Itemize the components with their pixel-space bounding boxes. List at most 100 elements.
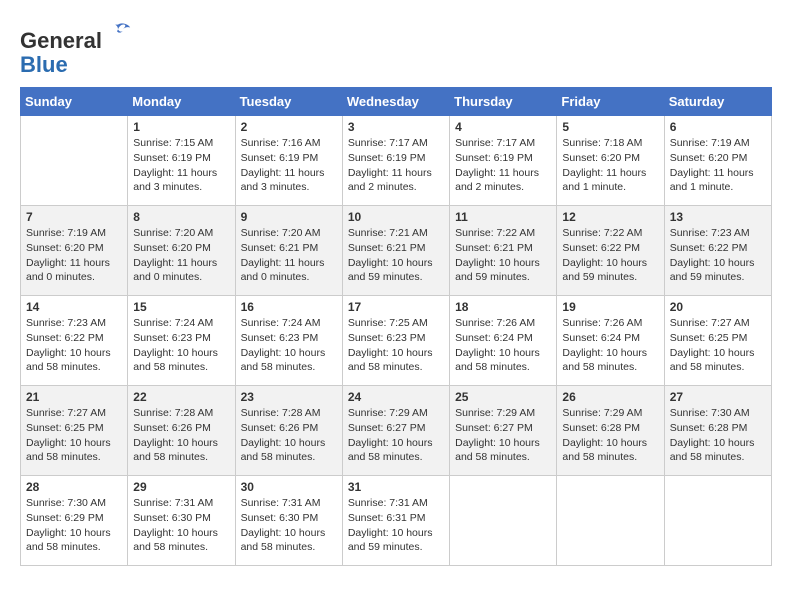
day-info: Sunrise: 7:31 AMSunset: 6:30 PMDaylight:… — [241, 496, 337, 555]
day-info: Sunrise: 7:16 AMSunset: 6:19 PMDaylight:… — [241, 136, 337, 195]
day-number: 19 — [562, 300, 658, 314]
day-cell: 9 Sunrise: 7:20 AMSunset: 6:21 PMDaylight… — [235, 206, 342, 296]
calendar-body: 1 Sunrise: 7:15 AMSunset: 6:19 PMDaylight… — [21, 116, 772, 566]
day-info: Sunrise: 7:24 AMSunset: 6:23 PMDaylight:… — [241, 316, 337, 375]
day-cell: 30 Sunrise: 7:31 AMSunset: 6:30 PMDayligh… — [235, 476, 342, 566]
week-row-4: 21Sunrise: 7:27 AMSunset: 6:25 PMDayligh… — [21, 386, 772, 476]
day-number: 9 — [241, 210, 337, 224]
day-cell: 24 Sunrise: 7:29 AMSunset: 6:27 PMDayligh… — [342, 386, 449, 476]
day-cell: 15Sunrise: 7:24 AMSunset: 6:23 PMDayligh… — [128, 296, 235, 386]
day-number: 27 — [670, 390, 766, 404]
day-info: Sunrise: 7:28 AMSunset: 6:26 PMDaylight:… — [133, 406, 229, 465]
weekday-wednesday: Wednesday — [342, 88, 449, 116]
day-info: Sunrise: 7:30 AMSunset: 6:28 PMDaylight:… — [670, 406, 766, 465]
day-number: 14 — [26, 300, 122, 314]
day-cell: 31 Sunrise: 7:31 AMSunset: 6:31 PMDayligh… — [342, 476, 449, 566]
day-number: 5 — [562, 120, 658, 134]
weekday-friday: Friday — [557, 88, 664, 116]
day-info: Sunrise: 7:24 AMSunset: 6:23 PMDaylight:… — [133, 316, 229, 375]
day-number: 8 — [133, 210, 229, 224]
day-cell: 5 Sunrise: 7:18 AMSunset: 6:20 PMDaylight… — [557, 116, 664, 206]
day-number: 21 — [26, 390, 122, 404]
day-info: Sunrise: 7:29 AMSunset: 6:27 PMDaylight:… — [455, 406, 551, 465]
day-number: 11 — [455, 210, 551, 224]
day-cell — [557, 476, 664, 566]
day-info: Sunrise: 7:27 AMSunset: 6:25 PMDaylight:… — [670, 316, 766, 375]
day-number: 26 — [562, 390, 658, 404]
calendar-table: SundayMondayTuesdayWednesdayThursdayFrid… — [20, 87, 772, 566]
day-number: 2 — [241, 120, 337, 134]
day-cell: 10 Sunrise: 7:21 AMSunset: 6:21 PMDayligh… — [342, 206, 449, 296]
day-cell: 12 Sunrise: 7:22 AMSunset: 6:22 PMDayligh… — [557, 206, 664, 296]
day-cell: 19 Sunrise: 7:26 AMSunset: 6:24 PMDayligh… — [557, 296, 664, 386]
day-cell — [21, 116, 128, 206]
weekday-saturday: Saturday — [664, 88, 771, 116]
day-info: Sunrise: 7:28 AMSunset: 6:26 PMDaylight:… — [241, 406, 337, 465]
day-number: 29 — [133, 480, 229, 494]
day-info: Sunrise: 7:20 AMSunset: 6:21 PMDaylight:… — [241, 226, 337, 285]
day-number: 7 — [26, 210, 122, 224]
day-number: 10 — [348, 210, 444, 224]
day-info: Sunrise: 7:31 AMSunset: 6:30 PMDaylight:… — [133, 496, 229, 555]
day-info: Sunrise: 7:23 AMSunset: 6:22 PMDaylight:… — [670, 226, 766, 285]
day-info: Sunrise: 7:17 AMSunset: 6:19 PMDaylight:… — [348, 136, 444, 195]
page-header: General Blue — [20, 20, 772, 77]
day-info: Sunrise: 7:29 AMSunset: 6:27 PMDaylight:… — [348, 406, 444, 465]
day-cell: 22 Sunrise: 7:28 AMSunset: 6:26 PMDayligh… — [128, 386, 235, 476]
day-info: Sunrise: 7:26 AMSunset: 6:24 PMDaylight:… — [455, 316, 551, 375]
day-number: 17 — [348, 300, 444, 314]
day-info: Sunrise: 7:22 AMSunset: 6:22 PMDaylight:… — [562, 226, 658, 285]
logo-general: General — [20, 28, 102, 53]
day-info: Sunrise: 7:20 AMSunset: 6:20 PMDaylight:… — [133, 226, 229, 285]
day-cell: 13 Sunrise: 7:23 AMSunset: 6:22 PMDayligh… — [664, 206, 771, 296]
day-info: Sunrise: 7:19 AMSunset: 6:20 PMDaylight:… — [26, 226, 122, 285]
day-cell: 27 Sunrise: 7:30 AMSunset: 6:28 PMDayligh… — [664, 386, 771, 476]
day-cell: 14 Sunrise: 7:23 AMSunset: 6:22 PMDayligh… — [21, 296, 128, 386]
day-cell: 29 Sunrise: 7:31 AMSunset: 6:30 PMDayligh… — [128, 476, 235, 566]
day-cell: 18 Sunrise: 7:26 AMSunset: 6:24 PMDayligh… — [450, 296, 557, 386]
week-row-2: 7 Sunrise: 7:19 AMSunset: 6:20 PMDaylight… — [21, 206, 772, 296]
day-info: Sunrise: 7:29 AMSunset: 6:28 PMDaylight:… — [562, 406, 658, 465]
day-number: 24 — [348, 390, 444, 404]
day-cell: 21Sunrise: 7:27 AMSunset: 6:25 PMDayligh… — [21, 386, 128, 476]
day-cell: 28 Sunrise: 7:30 AMSunset: 6:29 PMDayligh… — [21, 476, 128, 566]
day-info: Sunrise: 7:21 AMSunset: 6:21 PMDaylight:… — [348, 226, 444, 285]
logo-bird-icon — [104, 20, 132, 48]
day-number: 13 — [670, 210, 766, 224]
day-cell: 4Sunrise: 7:17 AMSunset: 6:19 PMDaylight… — [450, 116, 557, 206]
day-cell: 26 Sunrise: 7:29 AMSunset: 6:28 PMDayligh… — [557, 386, 664, 476]
weekday-thursday: Thursday — [450, 88, 557, 116]
day-cell: 16Sunrise: 7:24 AMSunset: 6:23 PMDayligh… — [235, 296, 342, 386]
day-number: 25 — [455, 390, 551, 404]
day-cell: 20Sunrise: 7:27 AMSunset: 6:25 PMDayligh… — [664, 296, 771, 386]
day-cell: 8 Sunrise: 7:20 AMSunset: 6:20 PMDaylight… — [128, 206, 235, 296]
day-number: 22 — [133, 390, 229, 404]
day-number: 3 — [348, 120, 444, 134]
day-info: Sunrise: 7:31 AMSunset: 6:31 PMDaylight:… — [348, 496, 444, 555]
day-info: Sunrise: 7:19 AMSunset: 6:20 PMDaylight:… — [670, 136, 766, 195]
weekday-header-row: SundayMondayTuesdayWednesdayThursdayFrid… — [21, 88, 772, 116]
day-number: 30 — [241, 480, 337, 494]
day-info: Sunrise: 7:17 AMSunset: 6:19 PMDaylight:… — [455, 136, 551, 195]
day-number: 18 — [455, 300, 551, 314]
weekday-sunday: Sunday — [21, 88, 128, 116]
day-cell: 7 Sunrise: 7:19 AMSunset: 6:20 PMDaylight… — [21, 206, 128, 296]
day-number: 1 — [133, 120, 229, 134]
day-cell — [450, 476, 557, 566]
week-row-5: 28 Sunrise: 7:30 AMSunset: 6:29 PMDayligh… — [21, 476, 772, 566]
logo: General Blue — [20, 20, 132, 77]
day-info: Sunrise: 7:15 AMSunset: 6:19 PMDaylight:… — [133, 136, 229, 195]
day-number: 12 — [562, 210, 658, 224]
day-cell: 11 Sunrise: 7:22 AMSunset: 6:21 PMDayligh… — [450, 206, 557, 296]
day-info: Sunrise: 7:22 AMSunset: 6:21 PMDaylight:… — [455, 226, 551, 285]
day-number: 23 — [241, 390, 337, 404]
day-info: Sunrise: 7:26 AMSunset: 6:24 PMDaylight:… — [562, 316, 658, 375]
day-info: Sunrise: 7:23 AMSunset: 6:22 PMDaylight:… — [26, 316, 122, 375]
day-info: Sunrise: 7:30 AMSunset: 6:29 PMDaylight:… — [26, 496, 122, 555]
day-cell: 1 Sunrise: 7:15 AMSunset: 6:19 PMDaylight… — [128, 116, 235, 206]
day-info: Sunrise: 7:18 AMSunset: 6:20 PMDaylight:… — [562, 136, 658, 195]
day-number: 28 — [26, 480, 122, 494]
day-cell: 25 Sunrise: 7:29 AMSunset: 6:27 PMDayligh… — [450, 386, 557, 476]
day-number: 6 — [670, 120, 766, 134]
day-number: 31 — [348, 480, 444, 494]
